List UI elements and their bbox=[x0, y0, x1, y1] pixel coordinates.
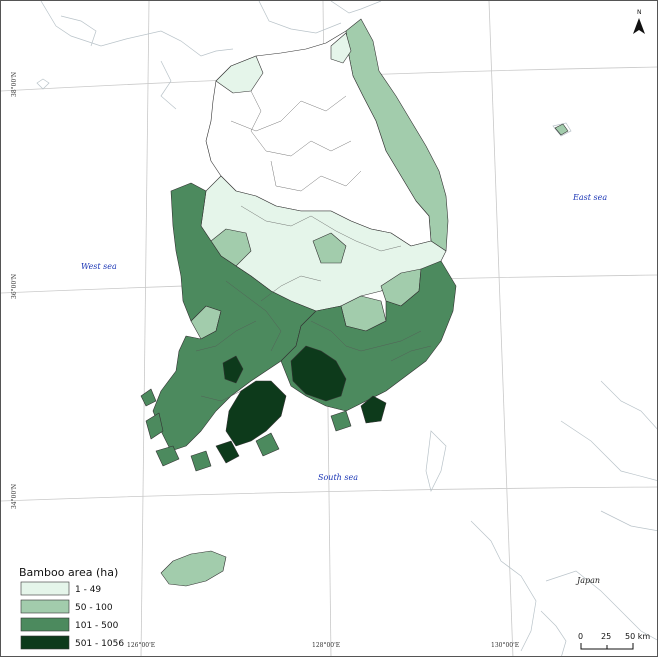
lat-38-label: 38°00'N bbox=[11, 72, 18, 97]
lon-126-label: 126°00'E bbox=[127, 642, 155, 649]
lat-36-label: 36°00'N bbox=[11, 274, 18, 299]
map-canvas: West sea East sea South sea Japan 38°00'… bbox=[1, 1, 657, 656]
legend-label-4: 501 - 1056 bbox=[75, 639, 124, 649]
legend-swatch-3 bbox=[20, 617, 70, 632]
japan-label: Japan bbox=[575, 576, 600, 585]
scale-tick-25: 25 bbox=[601, 632, 611, 641]
north-arrow: N bbox=[633, 9, 645, 34]
lat-34-label: 34°00'N bbox=[11, 484, 18, 509]
korea-regions bbox=[140, 18, 569, 587]
lon-128-label: 128°00'E bbox=[312, 642, 340, 649]
scale-tick-0: 0 bbox=[578, 632, 583, 641]
legend-title: Bamboo area (ha) bbox=[19, 566, 118, 579]
region-islands-s-4 bbox=[255, 432, 280, 457]
legend-label-2: 50 - 100 bbox=[75, 603, 113, 613]
map-frame: West sea East sea South sea Japan 38°00'… bbox=[0, 0, 658, 657]
legend-label-1: 1 - 49 bbox=[75, 585, 101, 595]
region-islands-s-5 bbox=[330, 410, 352, 432]
legend-swatch-4 bbox=[20, 635, 70, 650]
north-arrow-icon bbox=[633, 18, 645, 34]
scale-tick-50: 50 km bbox=[625, 632, 650, 641]
region-jeju bbox=[160, 550, 227, 587]
legend-label-3: 101 - 500 bbox=[75, 621, 119, 631]
legend-swatch-1 bbox=[20, 581, 70, 596]
south-sea-label: South sea bbox=[318, 473, 358, 482]
east-sea-label: East sea bbox=[572, 193, 607, 202]
north-arrow-label: N bbox=[637, 9, 642, 16]
scale-bar: 0 25 50 km bbox=[578, 632, 650, 650]
lon-130-label: 130°00'E bbox=[491, 642, 519, 649]
region-islands-w-6 bbox=[140, 388, 157, 407]
legend: Bamboo area (ha) 1 - 49 50 - 100 101 - 5… bbox=[19, 566, 124, 650]
legend-swatch-2 bbox=[20, 599, 70, 614]
region-islands-sw-3 bbox=[190, 450, 212, 472]
west-sea-label: West sea bbox=[81, 262, 117, 271]
